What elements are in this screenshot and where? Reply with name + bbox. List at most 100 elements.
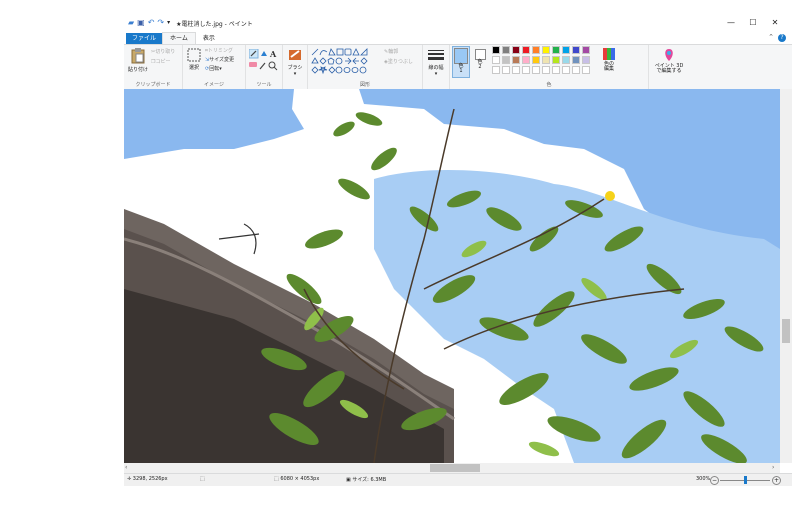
- palette-swatch[interactable]: [522, 46, 530, 54]
- copy-button[interactable]: ❐コピー: [151, 58, 171, 65]
- palette-swatch-empty[interactable]: [572, 66, 580, 74]
- group-tools: A ツール: [246, 45, 283, 89]
- palette-swatch[interactable]: [522, 56, 530, 64]
- brush-button[interactable]: ブラシ ▾: [285, 48, 305, 77]
- scroll-right-icon[interactable]: ›: [772, 464, 774, 471]
- group-size: 線の幅 ▾: [423, 45, 450, 89]
- group-colors: 色 1 色 2 色の 編集 色: [450, 45, 649, 89]
- edit-with-paint3d-button[interactable]: ペイント 3D で編集する: [651, 48, 687, 74]
- group-paint3d: ペイント 3D で編集する: [649, 45, 689, 89]
- paint3d-icon: [665, 49, 673, 61]
- clipboard-group-label: クリップボード: [135, 82, 171, 88]
- palette-swatch[interactable]: [512, 56, 520, 64]
- outline-button[interactable]: ✎輪郭: [384, 48, 398, 55]
- palette-swatch[interactable]: [542, 56, 550, 64]
- shapes-gallery[interactable]: [311, 48, 383, 75]
- palette-swatch[interactable]: [502, 46, 510, 54]
- quick-access-toolbar: ▰ ▣ ↶ ↷ ▾: [124, 18, 170, 28]
- palette-swatch[interactable]: [562, 46, 570, 54]
- fill-shape-button[interactable]: ◈塗りつぶし: [384, 58, 413, 65]
- tab-home[interactable]: ホーム: [162, 32, 196, 44]
- horizontal-scrollbar[interactable]: ‹ ›: [124, 463, 780, 473]
- title-bar: ▰ ▣ ↶ ↷ ▾ ★電柱消した.jpg - ペイント — ☐ ✕: [124, 14, 792, 32]
- window-title: ★電柱消した.jpg - ペイント: [176, 20, 253, 28]
- help-icon[interactable]: ?: [778, 34, 786, 42]
- customize-qat-icon[interactable]: ▾: [167, 18, 170, 28]
- horizontal-scroll-thumb[interactable]: [430, 464, 480, 472]
- palette-swatch[interactable]: [562, 56, 570, 64]
- color2-button[interactable]: 色 2: [472, 47, 488, 70]
- palette-swatch-empty[interactable]: [502, 66, 510, 74]
- edit-colors-button[interactable]: 色の 編集: [598, 48, 620, 72]
- minimize-button[interactable]: —: [720, 16, 742, 30]
- palette-swatch-empty[interactable]: [542, 66, 550, 74]
- select-icon: [187, 48, 201, 62]
- palette-swatch-empty[interactable]: [562, 66, 570, 74]
- redo-icon[interactable]: ↷: [157, 18, 164, 28]
- selection-size-icon: ⬚: [200, 476, 205, 482]
- shapes-group-label: 図形: [359, 82, 370, 88]
- paste-icon: [131, 48, 145, 64]
- save-icon[interactable]: ▣: [137, 18, 145, 28]
- color1-button[interactable]: 色 1: [452, 46, 470, 78]
- magnifier-handle: [273, 66, 278, 71]
- palette-swatch-empty[interactable]: [582, 66, 590, 74]
- window-controls: — ☐ ✕: [720, 16, 786, 30]
- palette-swatch[interactable]: [492, 56, 500, 64]
- palette-swatch[interactable]: [572, 46, 580, 54]
- drawing-canvas[interactable]: [124, 89, 780, 463]
- tab-view[interactable]: 表示: [196, 33, 222, 44]
- status-bar: ✛ 3298, 2526px ⬚ ⬚ 6080 × 4053px ▣ サイズ: …: [124, 473, 792, 486]
- palette-swatch[interactable]: [582, 56, 590, 64]
- chevron-up-icon[interactable]: ⌃: [768, 33, 774, 41]
- crosshair-icon: ✛: [127, 476, 132, 482]
- palette-swatch[interactable]: [532, 46, 540, 54]
- colors-group-label: 色: [546, 82, 552, 88]
- undo-icon[interactable]: ↶: [148, 18, 155, 28]
- close-button[interactable]: ✕: [764, 16, 786, 30]
- zoom-in-button[interactable]: +: [772, 476, 781, 485]
- palette-swatch[interactable]: [582, 46, 590, 54]
- rotate-button[interactable]: ⟳回転▾: [205, 65, 222, 72]
- resize-button[interactable]: ⇲サイズ変更: [205, 56, 234, 63]
- palette-swatch-empty[interactable]: [532, 66, 540, 74]
- color-wheel-icon: [603, 48, 615, 60]
- canvas-image: [124, 89, 780, 463]
- color-palette: [492, 46, 596, 86]
- ribbon-tabs: ファイル ホーム 表示 ⌃ ?: [124, 32, 792, 44]
- color1-swatch: [454, 48, 468, 64]
- paste-button[interactable]: 貼り付け: [127, 48, 149, 73]
- cut-button[interactable]: ✂切り取り: [151, 48, 175, 55]
- text-icon: A: [269, 49, 277, 59]
- group-image: 選択 ⌗トリミング ⇲サイズ変更 ⟳回転▾ イメージ: [183, 45, 246, 89]
- yellow-flower: [605, 191, 615, 201]
- vertical-scrollbar[interactable]: [780, 89, 792, 463]
- size-button[interactable]: 線の幅 ▾: [425, 48, 447, 77]
- palette-swatch-empty[interactable]: [552, 66, 560, 74]
- image-size-icon: ⬚: [274, 476, 279, 482]
- zoom-slider-thumb[interactable]: [744, 476, 747, 484]
- palette-swatch[interactable]: [532, 56, 540, 64]
- vertical-scroll-thumb[interactable]: [782, 319, 790, 343]
- palette-swatch[interactable]: [572, 56, 580, 64]
- zoom-out-button[interactable]: −: [710, 476, 719, 485]
- palette-swatch[interactable]: [502, 56, 510, 64]
- palette-swatch[interactable]: [552, 56, 560, 64]
- disk-icon: ▣: [346, 477, 351, 483]
- palette-swatch-empty[interactable]: [512, 66, 520, 74]
- group-brushes: ブラシ ▾: [283, 45, 308, 89]
- palette-swatch[interactable]: [542, 46, 550, 54]
- group-clipboard: 貼り付け ✂切り取り ❐コピー クリップボード: [124, 45, 183, 89]
- palette-swatch[interactable]: [492, 46, 500, 54]
- maximize-button[interactable]: ☐: [742, 16, 764, 30]
- group-shapes: ✎輪郭 ◈塗りつぶし 図形: [308, 45, 423, 89]
- palette-swatch-empty[interactable]: [492, 66, 500, 74]
- tab-file[interactable]: ファイル: [126, 32, 163, 44]
- file-size: ▣ サイズ: 6.3MB: [346, 477, 387, 483]
- palette-swatch[interactable]: [552, 46, 560, 54]
- palette-swatch[interactable]: [512, 46, 520, 54]
- crop-button[interactable]: ⌗トリミング: [205, 47, 233, 54]
- select-button[interactable]: 選択: [185, 48, 203, 71]
- scroll-left-icon[interactable]: ‹: [125, 464, 127, 471]
- palette-swatch-empty[interactable]: [522, 66, 530, 74]
